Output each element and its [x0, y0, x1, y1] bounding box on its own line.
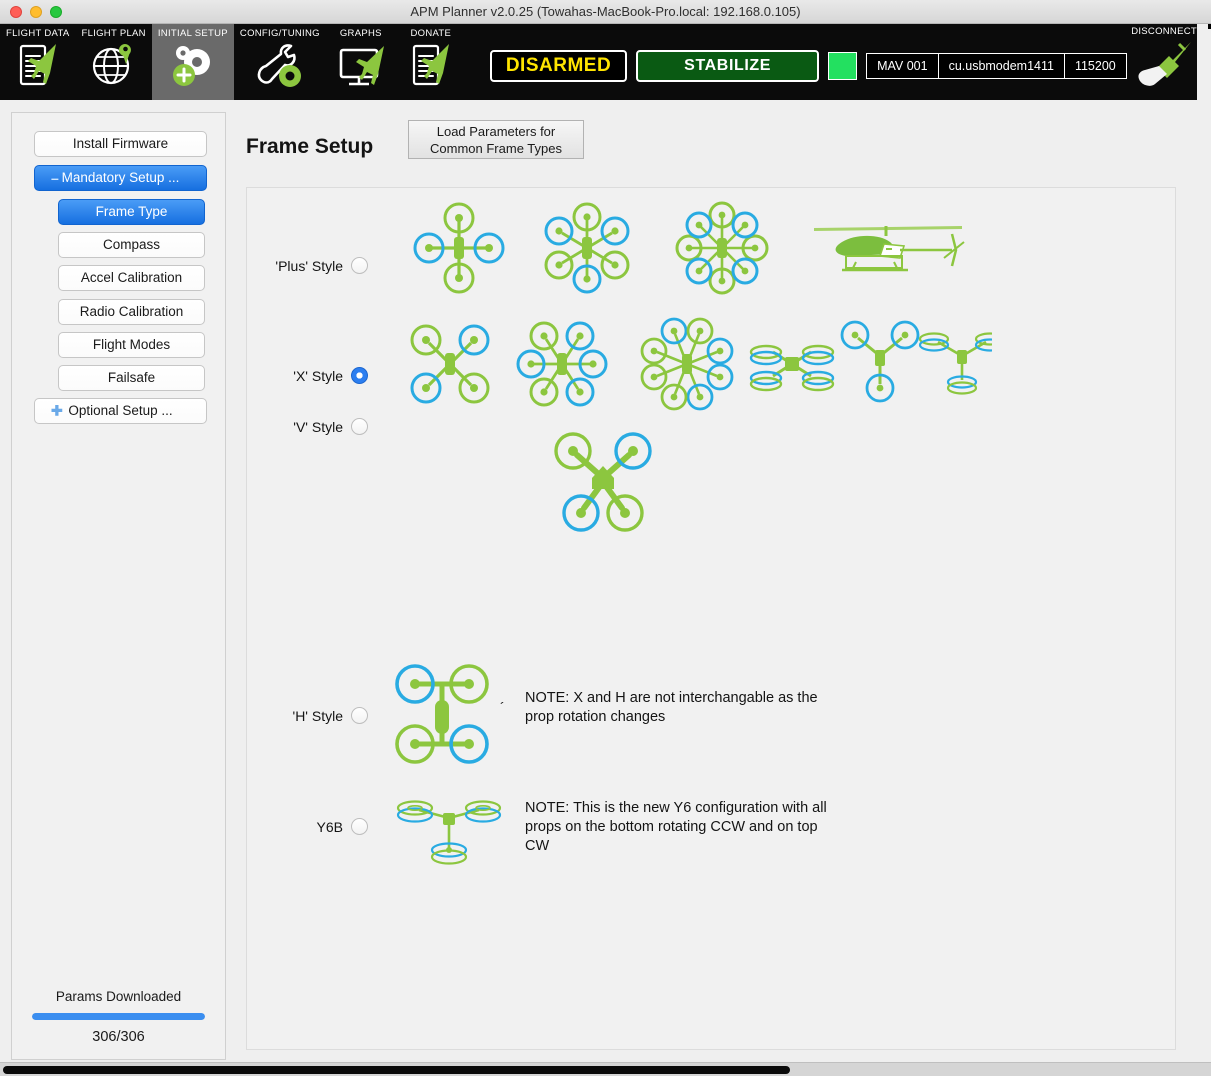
disconnect-button[interactable]: DISCONNECT: [1131, 26, 1197, 88]
frame-row-x: 'X' Style: [247, 308, 1177, 418]
tab-flight-data-label: FLIGHT DATA: [6, 28, 70, 39]
sidebar-item-label: Flight Modes: [92, 337, 171, 352]
frame-row-y6b-label: Y6B: [316, 819, 343, 835]
app-window: APM Planner v2.0.25 (Towahas-MacBook-Pro…: [0, 0, 1211, 1076]
frame-type-panel: 'Plus' Style 'X' Style 'V' Style 'H' Sty…: [246, 187, 1176, 1050]
tab-flight-data[interactable]: FLIGHT DATA: [0, 24, 75, 100]
plus-style-diagrams: [413, 201, 965, 295]
donate-icon: [412, 44, 449, 86]
sidebar-item-radio-calibration[interactable]: Radio Calibration: [58, 299, 205, 325]
params-progress-track: [32, 1013, 205, 1020]
main-toolbar: FLIGHT DATA FLIGHT PLAN INITIAL SETUP CO…: [0, 24, 1211, 100]
x-style-diagrams: [410, 317, 1006, 411]
plug-icon: [1138, 42, 1192, 86]
expand-plus-icon: ✚: [51, 402, 63, 419]
tab-initial-setup[interactable]: INITIAL SETUP: [151, 24, 234, 100]
sidebar-item-failsafe[interactable]: Failsafe: [58, 365, 205, 391]
sidebar-item-compass[interactable]: Compass: [58, 232, 205, 258]
sidebar-item-frame-type[interactable]: Frame Type: [58, 199, 205, 225]
params-progress-count: 306/306: [92, 1029, 145, 1045]
tab-donate[interactable]: DONATE: [396, 24, 466, 100]
initial-setup-icon: [172, 46, 210, 86]
sidebar-item-label: Radio Calibration: [79, 304, 184, 319]
sidebar-item-label: Install Firmware: [72, 136, 169, 151]
flight-plan-icon: [92, 44, 131, 85]
y6b-diagram: [396, 800, 502, 865]
tab-initial-setup-label: INITIAL SETUP: [157, 28, 228, 39]
window-title: APM Planner v2.0.25 (Towahas-MacBook-Pro…: [410, 3, 801, 19]
frame-row-plus-label: 'Plus' Style: [275, 258, 343, 274]
serial-port-field[interactable]: cu.usbmodem1411: [938, 53, 1065, 79]
params-progress-label: Params Downloaded: [55, 989, 182, 1004]
config-tuning-icon: [257, 44, 301, 87]
right-gutter: [1197, 24, 1211, 1062]
disconnect-label: DISCONNECT: [1131, 26, 1197, 37]
frame-radio-v[interactable]: [351, 418, 368, 435]
frame-row-y6b-note-line3: CW: [525, 838, 550, 854]
sidebar-item-label: Mandatory Setup ...: [61, 170, 180, 185]
link-indicator: [828, 52, 858, 80]
tab-donate-label: DONATE: [410, 28, 452, 39]
params-progress-fill: [32, 1013, 205, 1020]
tab-graphs-label: GRAPHS: [339, 28, 382, 39]
flight-mode-button[interactable]: STABILIZE: [636, 50, 820, 82]
horizontal-scrollbar[interactable]: [0, 1062, 1211, 1076]
connection-info-group: MAV 001 cu.usbmodem1411 115200: [866, 53, 1127, 79]
load-parameters-line2: Common Frame Types: [430, 141, 562, 156]
frame-radio-plus[interactable]: [351, 257, 368, 274]
frame-row-v: 'V' Style: [247, 416, 1177, 546]
sidebar-item-mandatory-setup[interactable]: – Mandatory Setup ...: [34, 165, 207, 191]
sidebar-item-label: Compass: [102, 237, 161, 252]
helicopter-diagram: [814, 226, 965, 272]
page-title: Frame Setup: [246, 135, 374, 158]
frame-row-x-label: 'X' Style: [293, 368, 343, 384]
baud-rate-field[interactable]: 115200: [1064, 53, 1127, 79]
tab-graphs[interactable]: GRAPHS: [326, 24, 396, 100]
sidebar-item-flight-modes[interactable]: Flight Modes: [58, 332, 205, 358]
mav-id-field[interactable]: MAV 001: [866, 53, 939, 79]
setup-sidebar: Install Firmware – Mandatory Setup ... F…: [11, 112, 226, 1060]
sidebar-item-accel-calibration[interactable]: Accel Calibration: [58, 265, 205, 291]
load-parameters-button[interactable]: Load Parameters for Common Frame Types: [408, 120, 584, 159]
app-body: Install Firmware – Mandatory Setup ... F…: [0, 100, 1197, 1062]
horizontal-scrollbar-thumb[interactable]: [3, 1066, 790, 1074]
frame-row-y6b-note: NOTE: This is the new Y6 configuration w…: [525, 799, 875, 856]
tab-config-tuning[interactable]: CONFIG/TUNING: [234, 24, 326, 100]
arm-status-badge[interactable]: DISARMED: [489, 50, 628, 82]
sidebar-item-install-firmware[interactable]: Install Firmware: [34, 131, 207, 157]
params-progress: Params Downloaded 306/306: [12, 989, 225, 1045]
tab-config-tuning-label: CONFIG/TUNING: [239, 28, 320, 39]
sidebar-item-label: Failsafe: [107, 370, 156, 385]
graphs-icon: [339, 46, 384, 86]
frame-row-plus: 'Plus' Style: [247, 188, 1177, 308]
flight-data-icon: [19, 44, 56, 86]
sidebar-item-optional-setup[interactable]: ✚ Optional Setup ...: [34, 398, 207, 424]
tab-flight-plan[interactable]: FLIGHT PLAN: [75, 24, 151, 100]
tab-flight-plan-label: FLIGHT PLAN: [81, 28, 146, 39]
frame-row-y6b: Y6B NOTE: This is the new Y6 configurati…: [247, 686, 1177, 865]
load-parameters-line1: Load Parameters for: [436, 124, 556, 139]
frame-row-h: 'H' Style ´ NOTE: X and H are not interc…: [247, 546, 1177, 764]
status-cluster: DISARMED STABILIZE MAV 001 cu.usbmodem14…: [489, 50, 1127, 82]
frame-radio-x[interactable]: [351, 367, 368, 384]
frame-row-y6b-note-line1: NOTE: This is the new Y6 configuration w…: [525, 800, 827, 816]
window-titlebar: APM Planner v2.0.25 (Towahas-MacBook-Pro…: [0, 0, 1211, 24]
frame-radio-y6b[interactable]: [351, 818, 368, 835]
frame-row-y6b-note-line2: props on the bottom rotating CCW and on …: [525, 819, 818, 835]
v-style-diagram: [554, 432, 652, 532]
sidebar-item-label: Accel Calibration: [80, 270, 183, 285]
frame-row-v-label: 'V' Style: [293, 419, 343, 435]
collapse-minus-icon: –: [51, 170, 59, 186]
sidebar-item-label: Frame Type: [95, 204, 168, 219]
sidebar-item-label: Optional Setup ...: [68, 403, 173, 418]
main-pane: Frame Setup Load Parameters for Common F…: [237, 112, 1185, 1060]
